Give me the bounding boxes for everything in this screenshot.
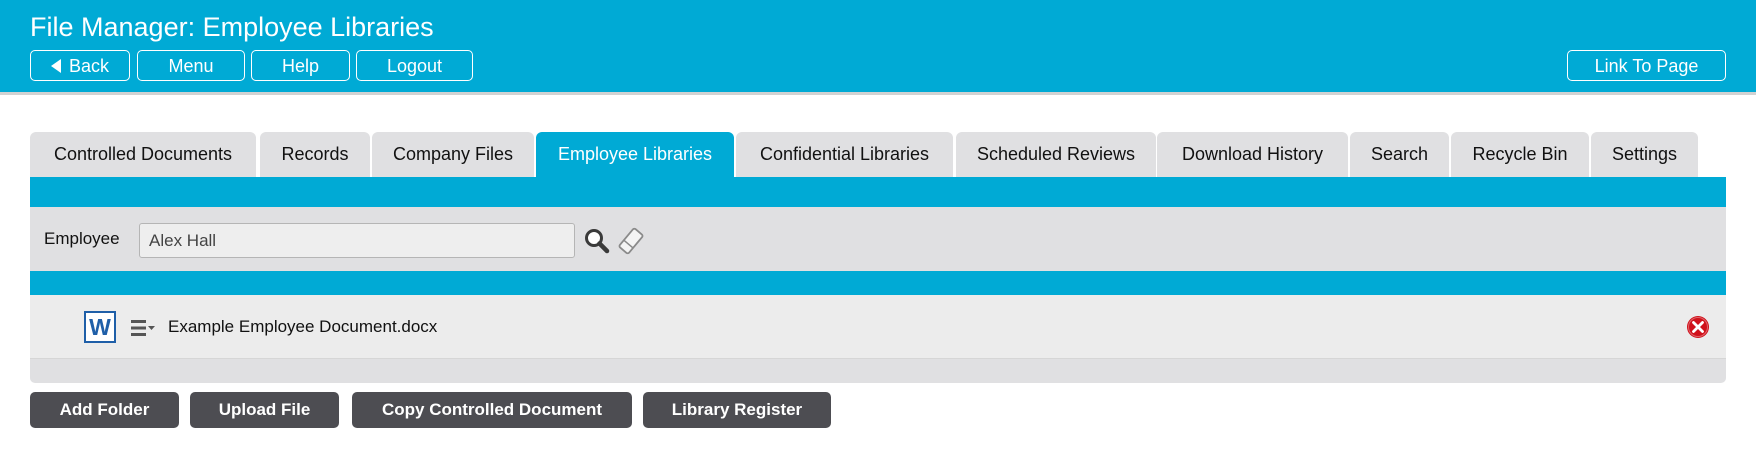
file-list-footer: [30, 359, 1726, 383]
library-register-button[interactable]: Library Register: [643, 392, 831, 428]
delete-icon[interactable]: [1686, 315, 1710, 344]
page-title: File Manager: Employee Libraries: [30, 12, 434, 42]
add-folder-button[interactable]: Add Folder: [30, 392, 179, 428]
back-arrow-icon: [50, 59, 61, 73]
tab-employee-libraries[interactable]: Employee Libraries: [536, 132, 734, 177]
file-list-header-bar: [30, 271, 1726, 295]
link-to-page-button[interactable]: Link To Page: [1567, 50, 1726, 81]
tab-search[interactable]: Search: [1350, 132, 1449, 177]
logout-button[interactable]: Logout: [356, 50, 473, 81]
file-name-link[interactable]: Example Employee Document.docx: [168, 317, 437, 337]
tab-company-files[interactable]: Company Files: [372, 132, 534, 177]
employee-input[interactable]: [139, 223, 575, 258]
menu-button[interactable]: Menu: [137, 50, 245, 81]
tab-recycle-bin[interactable]: Recycle Bin: [1451, 132, 1589, 177]
employee-filter-row: Employee: [30, 207, 1726, 271]
eraser-icon[interactable]: [617, 226, 645, 261]
file-menu-icon[interactable]: [130, 317, 158, 344]
search-icon[interactable]: [583, 227, 611, 260]
tab-scheduled-reviews[interactable]: Scheduled Reviews: [956, 132, 1156, 177]
back-button-label: Back: [68, 56, 110, 76]
tab-content-bar: [30, 177, 1726, 207]
tab-confidential-libraries[interactable]: Confidential Libraries: [736, 132, 953, 177]
help-button[interactable]: Help: [251, 50, 350, 81]
page-header: File Manager: Employee Libraries Back Me…: [0, 0, 1756, 95]
back-button[interactable]: Back: [30, 50, 130, 81]
file-row: W Example Employee Document.docx: [30, 295, 1726, 359]
tab-controlled-documents[interactable]: Controlled Documents: [30, 132, 256, 177]
tab-settings[interactable]: Settings: [1591, 132, 1698, 177]
word-doc-icon[interactable]: W: [84, 311, 116, 343]
copy-controlled-document-button[interactable]: Copy Controlled Document: [352, 392, 632, 428]
upload-file-button[interactable]: Upload File: [190, 392, 339, 428]
tab-records[interactable]: Records: [260, 132, 370, 177]
tab-download-history[interactable]: Download History: [1157, 132, 1348, 177]
employee-label: Employee: [44, 229, 120, 248]
